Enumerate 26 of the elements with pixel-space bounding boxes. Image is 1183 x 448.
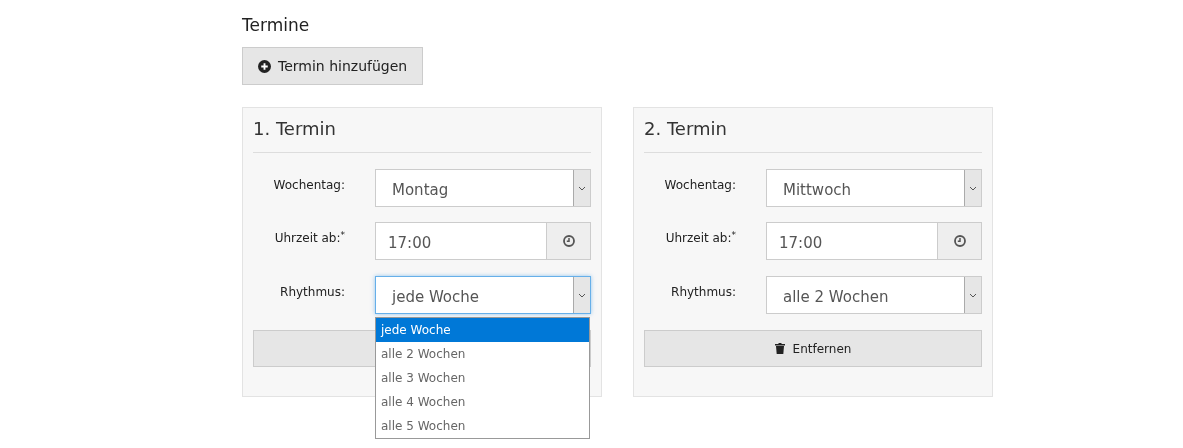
chevron-icon	[578, 185, 586, 191]
dropdown-field[interactable]: Mittwoch	[766, 169, 982, 207]
dropdown-option[interactable]: alle 2 Wochen	[376, 342, 589, 366]
dropdown-option[interactable]: alle 3 Wochen	[376, 366, 589, 390]
field-label: Wochentag:	[273, 178, 345, 192]
field-label: Rhythmus:	[671, 285, 736, 299]
dropdown-option[interactable]: alle 5 Wochen	[376, 414, 589, 438]
card-title: 2. Termin	[644, 108, 982, 153]
plus-circle-icon	[258, 59, 271, 73]
remove-button[interactable]: Entfernen	[644, 330, 982, 367]
dropdown-field[interactable]: alle 2 Wochen	[766, 276, 982, 314]
chevron-icon	[578, 292, 586, 298]
section-title: Termine	[242, 14, 311, 36]
field-label: Uhrzeit ab:$^{*}$	[665, 231, 736, 245]
chevron-icon	[969, 292, 977, 298]
chevron-icon	[969, 185, 977, 191]
add-appointment-button[interactable]: Termin hinzufügen	[242, 47, 424, 85]
dropdown-field[interactable]: Montag	[375, 169, 591, 207]
dropdown-field[interactable]: jede Woche	[375, 276, 591, 314]
trash-icon	[774, 343, 785, 354]
field-label: Uhrzeit ab:$^{*}$	[274, 231, 345, 245]
dropdown-option[interactable]: alle 4 Wochen	[376, 390, 589, 414]
dropdown-option[interactable]: jede Woche	[376, 318, 589, 342]
field-label: Rhythmus:	[280, 285, 345, 299]
field-label: Wochentag:	[664, 178, 736, 192]
card-title: 1. Termin	[253, 108, 591, 153]
